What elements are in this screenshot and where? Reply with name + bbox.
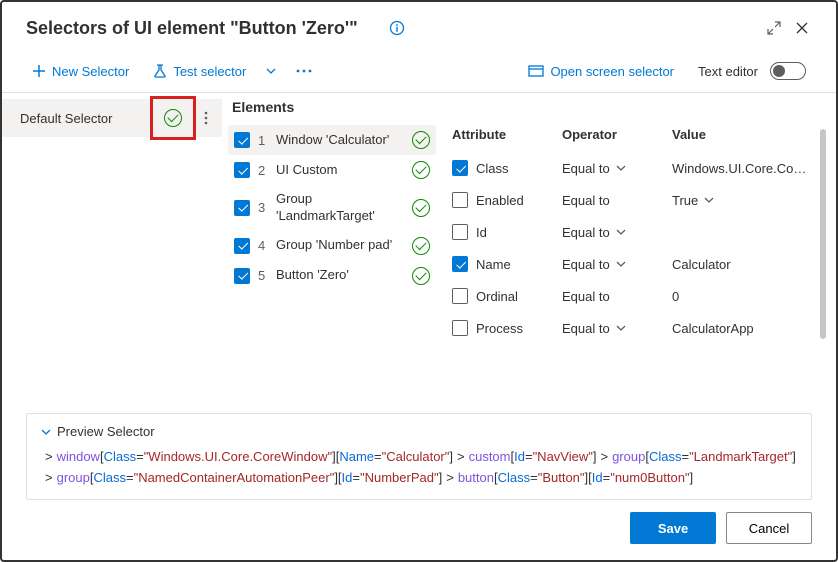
attribute-row: Enabled Equal toTrue bbox=[452, 184, 808, 216]
selector-name: Default Selector bbox=[20, 111, 150, 126]
element-row[interactable]: 5 Button 'Zero' bbox=[228, 261, 436, 291]
check-icon bbox=[412, 237, 430, 255]
chevron-down-icon bbox=[616, 227, 626, 237]
checkbox-icon[interactable] bbox=[234, 162, 250, 178]
chevron-down-icon bbox=[616, 163, 626, 173]
dialog-title: Selectors of UI element "Button 'Zero'" bbox=[26, 18, 381, 39]
element-index: 5 bbox=[258, 268, 268, 283]
checkbox-icon[interactable] bbox=[452, 160, 468, 176]
checkbox-icon[interactable] bbox=[452, 256, 468, 272]
operator-cell[interactable]: Equal to bbox=[562, 257, 672, 272]
attribute-name: Class bbox=[476, 161, 509, 176]
body: Default Selector Elements 1 Window 'Calcu… bbox=[2, 93, 836, 413]
check-icon bbox=[412, 199, 430, 217]
test-selector-dropdown[interactable] bbox=[264, 62, 278, 80]
toolbar: New Selector Test selector Open screen s… bbox=[2, 50, 836, 93]
preview-label: Preview Selector bbox=[57, 424, 155, 439]
attributes-header: Attribute Operator Value bbox=[452, 123, 808, 152]
attribute-row: Id Equal to bbox=[452, 216, 808, 248]
selector-status-highlight bbox=[150, 96, 196, 140]
element-label: Window 'Calculator' bbox=[276, 132, 404, 149]
checkbox-icon[interactable] bbox=[234, 132, 250, 148]
preview-panel: Preview Selector >window[Class="Windows.… bbox=[26, 413, 812, 500]
new-selector-label: New Selector bbox=[52, 64, 129, 79]
value-cell[interactable]: CalculatorApp bbox=[672, 321, 808, 336]
text-editor-toggle[interactable]: Text editor bbox=[692, 58, 812, 84]
element-label: Group 'Number pad' bbox=[276, 237, 404, 254]
checkbox-icon[interactable] bbox=[452, 224, 468, 240]
attribute-row: Process Equal toCalculatorApp bbox=[452, 312, 808, 344]
check-icon bbox=[164, 109, 182, 127]
attribute-name: Id bbox=[476, 225, 487, 240]
test-selector-button[interactable]: Test selector bbox=[147, 60, 252, 83]
elements-column: Elements 1 Window 'Calculator' 2 UI Custom 3… bbox=[222, 93, 442, 413]
chevron-down-icon bbox=[616, 259, 626, 269]
element-row[interactable]: 3 Group 'LandmarkTarget' bbox=[228, 185, 436, 231]
element-index: 1 bbox=[258, 133, 268, 148]
element-label: Group 'LandmarkTarget' bbox=[276, 191, 404, 225]
chevron-down-icon bbox=[616, 323, 626, 333]
attribute-name: Name bbox=[476, 257, 511, 272]
test-selector-label: Test selector bbox=[173, 64, 246, 79]
cancel-button[interactable]: Cancel bbox=[726, 512, 812, 544]
checkbox-icon[interactable] bbox=[234, 200, 250, 216]
element-label: Button 'Zero' bbox=[276, 267, 404, 284]
check-icon bbox=[412, 161, 430, 179]
chevron-down-icon bbox=[704, 195, 714, 205]
operator-cell[interactable]: Equal to bbox=[562, 193, 672, 208]
header-value: Value bbox=[672, 127, 808, 142]
operator-cell[interactable]: Equal to bbox=[562, 289, 672, 304]
element-row[interactable]: 2 UI Custom bbox=[228, 155, 436, 185]
operator-cell[interactable]: Equal to bbox=[562, 225, 672, 240]
info-icon[interactable] bbox=[389, 20, 405, 36]
header-attribute: Attribute bbox=[452, 127, 562, 142]
open-screen-selector-label: Open screen selector bbox=[550, 64, 674, 79]
value-cell[interactable]: 0 bbox=[672, 289, 808, 304]
dialog: Selectors of UI element "Button 'Zero'" … bbox=[0, 0, 838, 562]
attribute-name: Process bbox=[476, 321, 523, 336]
footer: Save Cancel bbox=[2, 512, 836, 560]
operator-cell[interactable]: Equal to bbox=[562, 161, 672, 176]
close-icon[interactable] bbox=[788, 14, 816, 42]
attribute-row: Name Equal toCalculator bbox=[452, 248, 808, 280]
checkbox-icon[interactable] bbox=[452, 320, 468, 336]
new-selector-button[interactable]: New Selector bbox=[26, 60, 135, 83]
attributes-column: Attribute Operator Value ClassEqual toWi… bbox=[442, 93, 836, 413]
checkbox-icon[interactable] bbox=[234, 268, 250, 284]
element-index: 2 bbox=[258, 163, 268, 178]
more-actions-button[interactable] bbox=[290, 65, 318, 77]
scrollbar[interactable] bbox=[820, 129, 826, 339]
checkbox-icon[interactable] bbox=[234, 238, 250, 254]
check-icon bbox=[412, 267, 430, 285]
attribute-row: Class Equal toWindows.UI.Core.CoreWindow bbox=[452, 152, 808, 184]
preview-toggle[interactable]: Preview Selector bbox=[41, 424, 797, 439]
operator-cell[interactable]: Equal to bbox=[562, 321, 672, 336]
titlebar: Selectors of UI element "Button 'Zero'" bbox=[2, 2, 836, 50]
attribute-row: Ordinal Equal to0 bbox=[452, 280, 808, 312]
element-row[interactable]: 1 Window 'Calculator' bbox=[228, 125, 436, 155]
check-icon bbox=[412, 131, 430, 149]
open-screen-selector-button[interactable]: Open screen selector bbox=[522, 60, 680, 83]
element-row[interactable]: 4 Group 'Number pad' bbox=[228, 231, 436, 261]
attribute-name: Enabled bbox=[476, 193, 524, 208]
element-index: 3 bbox=[258, 200, 268, 215]
toggle-icon[interactable] bbox=[770, 62, 806, 80]
elements-heading: Elements bbox=[232, 99, 436, 115]
save-button[interactable]: Save bbox=[630, 512, 716, 544]
element-label: UI Custom bbox=[276, 162, 404, 179]
expand-icon[interactable] bbox=[760, 14, 788, 42]
element-index: 4 bbox=[258, 238, 268, 253]
selector-row[interactable]: Default Selector bbox=[2, 99, 222, 137]
checkbox-icon[interactable] bbox=[452, 192, 468, 208]
value-cell[interactable]: Windows.UI.Core.CoreWindow bbox=[672, 161, 808, 176]
value-cell[interactable]: Calculator bbox=[672, 257, 808, 272]
preview-selector-text: >window[Class="Windows.UI.Core.CoreWindo… bbox=[41, 449, 796, 485]
header-operator: Operator bbox=[562, 127, 672, 142]
selector-more-icon[interactable] bbox=[198, 111, 214, 125]
attribute-name: Ordinal bbox=[476, 289, 518, 304]
text-editor-label: Text editor bbox=[698, 64, 758, 79]
value-cell[interactable]: True bbox=[672, 193, 808, 208]
checkbox-icon[interactable] bbox=[452, 288, 468, 304]
selectors-column: Default Selector bbox=[2, 93, 222, 413]
